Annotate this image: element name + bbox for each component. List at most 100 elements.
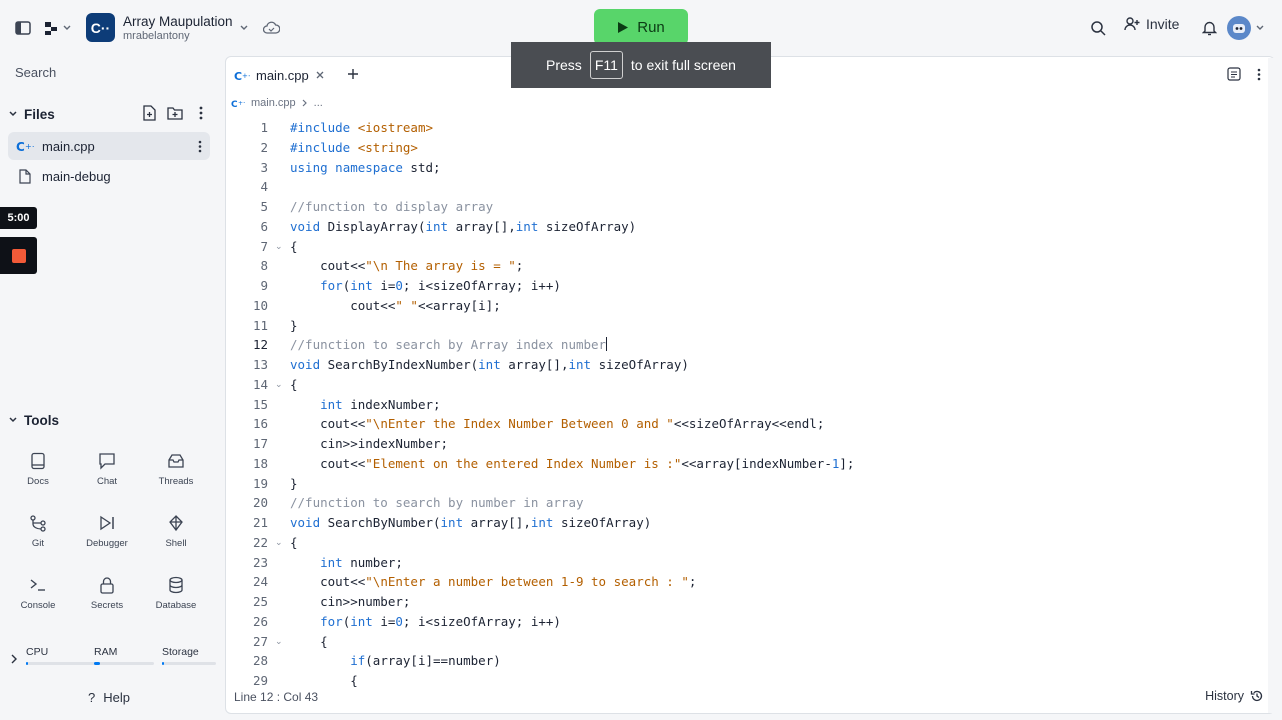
bell-icon[interactable] [1200,19,1218,37]
tool-database[interactable]: Database [141,576,211,626]
code-line[interactable]: for(int i=0; i<sizeOfArray; i++) [290,278,561,293]
cpp-icon: C++ [231,100,245,108]
code-line[interactable]: cout<<"Element on the entered Index Numb… [290,456,854,471]
repl-name[interactable]: Array Maupulation [123,14,233,29]
close-icon[interactable] [315,70,325,80]
line-number: 2 [260,139,268,155]
more-options-icon[interactable] [194,104,208,122]
line-number: 1 [260,120,268,135]
code-line[interactable]: void SearchByIndexNumber(int array[],int… [290,357,689,372]
editor-scrollbar[interactable] [1268,58,1276,713]
resource-usage[interactable]: CPU RAM Storage [8,646,216,672]
line-number: 11 [252,317,268,333]
console-icon [30,579,45,591]
history-button[interactable]: History [1205,689,1264,703]
code-line[interactable]: cout<<"\n The array is = "; [290,258,523,273]
file-name: main-debug [42,168,111,184]
fold-chevron-icon[interactable]: ⌄ [275,636,283,647]
line-number: 20 [252,495,268,511]
breadcrumb-more[interactable]: ... [314,97,323,109]
cloud-sync-icon[interactable] [262,19,280,37]
chevron-right-icon [302,99,307,107]
code-line[interactable]: #include <string> [290,140,418,155]
code-line[interactable]: #include <iostream> [290,120,433,135]
breadcrumb-file[interactable]: main.cpp [251,97,296,109]
tool-shell[interactable]: Shell [141,514,211,564]
svg-text:++: ++ [238,100,245,107]
code-line[interactable]: for(int i=0; i<sizeOfArray; i++) [290,614,561,629]
code-line[interactable]: cout<<"\nEnter the Index Number Between … [290,416,824,431]
outline-icon[interactable] [1226,66,1242,82]
code-line[interactable]: } [290,476,298,491]
history-icon [1250,690,1263,702]
help-button[interactable]: ? Help [88,690,130,705]
code-line[interactable]: cout<<" "<<array[i]; [290,298,501,313]
run-button[interactable]: Run [594,9,688,45]
repl-owner[interactable]: mrabelantony [123,30,190,42]
ram-meter: RAM [94,646,154,665]
tool-console[interactable]: Console [3,576,73,626]
code-line[interactable]: int number; [290,555,403,570]
editor-panel: C++ main.cpp C++ main.cpp ... 1 #include … [225,56,1275,714]
replit-menu-icon[interactable] [42,19,72,37]
tool-label: Threads [158,476,194,487]
code-line[interactable]: { [290,239,298,254]
code-line[interactable]: cout<<"\nEnter a number between 1-9 to s… [290,574,696,589]
resource-bar-fill [26,662,29,665]
tool-label: Database [155,600,197,611]
shell-icon [169,515,183,532]
tool-secrets[interactable]: Secrets [72,576,142,626]
new-tab-icon[interactable] [345,66,361,82]
toggle-sidebar-icon[interactable] [14,19,32,37]
tab-main-cpp[interactable]: C++ main.cpp [234,65,325,85]
repl-language-logo: C·· [86,13,115,42]
code-line[interactable]: } [290,318,298,333]
breadcrumb: C++ main.cpp ... [231,97,323,109]
tool-chat[interactable]: Chat [72,452,142,502]
fold-chevron-icon[interactable]: ⌄ [275,241,283,252]
code-line[interactable]: if(array[i]==number) [290,653,501,668]
tool-docs[interactable]: Docs [3,452,73,502]
resource-bar [94,662,154,665]
code-line[interactable]: cin>>indexNumber; [290,436,448,451]
chevron-down-icon [9,417,17,423]
code-line[interactable]: { [290,377,298,392]
tool-debugger[interactable]: Debugger [72,514,142,564]
stop-recording-button[interactable] [0,237,37,274]
new-folder-icon[interactable] [166,104,184,122]
new-file-icon[interactable] [140,104,158,122]
more-options-icon[interactable] [198,140,202,153]
chevron-down-icon[interactable] [238,22,250,34]
files-section-header[interactable]: Files [8,104,216,124]
file-item-main-cpp[interactable]: C++ main.cpp [8,132,210,160]
add-user-icon [1124,17,1140,31]
code-line[interactable]: void DisplayArray(int array[],int sizeOf… [290,219,636,234]
code-line[interactable]: { [290,535,298,550]
tool-threads[interactable]: Threads [141,452,211,502]
line-number: 7 [260,238,268,254]
fold-chevron-icon[interactable]: ⌄ [275,379,283,390]
code-line[interactable]: //function to search by Array index numb… [290,337,608,352]
more-options-icon[interactable] [1252,66,1266,82]
fold-chevron-icon[interactable]: ⌄ [275,537,283,548]
chevron-down-icon[interactable] [1254,22,1266,34]
code-line[interactable]: cin>>number; [290,594,410,609]
code-line[interactable]: //function to display array [290,199,493,214]
tools-section-header[interactable]: Tools [8,410,216,430]
code-line[interactable]: void SearchByNumber(int array[],int size… [290,515,651,530]
code-line[interactable]: using namespace std; [290,160,441,175]
code-line[interactable]: { [290,673,358,688]
code-line[interactable]: { [290,634,328,649]
sidebar-search[interactable]: Search [15,65,56,80]
threads-icon [168,454,184,468]
search-icon[interactable] [1089,19,1107,37]
invite-button[interactable]: Invite [1124,16,1179,32]
line-number: 23 [252,554,268,570]
code-line[interactable]: int indexNumber; [290,397,440,412]
cursor-position: Line 12 : Col 43 [234,690,319,704]
avatar[interactable] [1227,16,1251,40]
code-line[interactable]: //function to search by number in array [290,495,584,510]
file-item-main-debug[interactable]: main-debug [8,162,210,190]
tool-label: Debugger [86,538,128,549]
tool-git[interactable]: Git [3,514,73,564]
